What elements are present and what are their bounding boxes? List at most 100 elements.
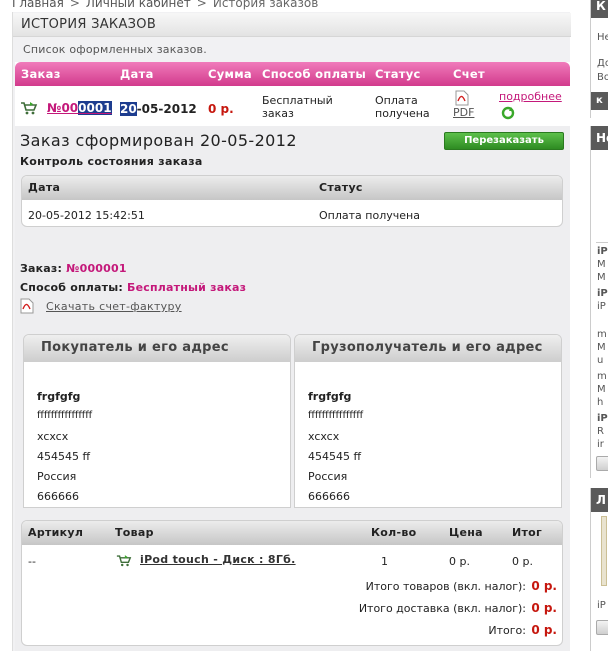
consignee-line: 454545 ff	[308, 450, 362, 463]
sidebar-cart-button[interactable]: к	[591, 92, 608, 110]
sidebar-text: m	[597, 371, 607, 382]
buyer-address-panel: Покупатель и его адрес frgfgfg fffffffff…	[23, 334, 291, 508]
col-invoice: Счет	[453, 67, 485, 81]
status-value: Оплата получена	[319, 209, 420, 222]
col-status-date: Дата	[28, 181, 61, 194]
order-sum: 0 р.	[208, 102, 234, 116]
sidebar-cart-block: К Не До Во к	[590, 0, 608, 118]
payment-method-line: Способ оплаты: Бесплатный заказ	[20, 281, 247, 294]
pdf-icon	[20, 298, 34, 314]
breadcrumb-home[interactable]: Главная	[12, 0, 64, 10]
payment-method-value: Бесплатный заказ	[127, 281, 247, 294]
goods-qty: 1	[381, 555, 388, 568]
consignee-address-title: Грузополучатель и его адрес	[312, 340, 543, 355]
goods-table-header: Артикул Товар Кол-во Цена Итог	[22, 521, 562, 545]
goods-article: --	[28, 555, 36, 568]
col-article: Артикул	[28, 526, 84, 539]
download-invoice-link[interactable]: Скачать счет-фактуру	[46, 300, 182, 313]
sidebar-text: Не	[597, 32, 608, 43]
col-status: Статус	[375, 67, 421, 81]
goods-total: 0 р.	[512, 555, 533, 568]
status-date: 20-05-2012 15:42:51	[28, 209, 145, 222]
items-total-label: Итого товаров (вкл. налог):	[365, 580, 526, 593]
order-title: Заказ сформирован 20-05-2012	[20, 131, 297, 150]
sidebar-text: iP	[597, 301, 606, 312]
sidebar-text: R	[597, 426, 604, 437]
sidebar-text: M	[597, 342, 606, 353]
reorder-button[interactable]: Перезаказать	[444, 132, 564, 150]
product-link[interactable]: iPod touch - Диск : 8Гб.	[140, 553, 296, 566]
sidebar-news-header: Не	[591, 126, 608, 150]
col-price: Цена	[449, 526, 483, 539]
sidebar-text: M	[597, 272, 606, 283]
buyer-line: 454545 ff	[37, 450, 91, 463]
order-number-link[interactable]: №000001	[47, 101, 112, 115]
invoice-pdf-link[interactable]: PDF	[453, 106, 474, 119]
buyer-line: xcxcx	[37, 430, 69, 443]
col-sum: Сумма	[208, 67, 252, 81]
breadcrumb-account[interactable]: Личный кабинет	[86, 0, 191, 10]
grand-total-value: 0 р.	[531, 623, 557, 637]
order-date: 20-05-2012	[120, 102, 197, 116]
pdf-icon[interactable]	[455, 90, 469, 106]
breadcrumb-current: История заказов	[212, 0, 319, 10]
col-payment: Способ оплаты	[262, 67, 367, 81]
col-date: Дата	[120, 67, 154, 81]
col-product: Товар	[115, 526, 154, 539]
col-status-value: Статус	[319, 181, 363, 194]
sidebar-text: До	[597, 58, 608, 69]
order-details-panel: Заказ сформирован 20-05-2012 Перезаказат…	[15, 126, 570, 651]
reorder-cart-icon[interactable]	[20, 101, 38, 115]
order-number-value: №000001	[66, 262, 127, 275]
order-status: Оплата получена	[375, 94, 430, 120]
sidebar-text: M	[597, 384, 606, 395]
sidebar-text: iP	[597, 246, 608, 257]
consignee-address-panel: Грузополучатель и его адрес frgfgfg ffff…	[294, 334, 562, 508]
sidebar-text: m	[597, 329, 607, 340]
sidebar-text: iP	[597, 288, 608, 299]
page-title-bar: ИСТОРИЯ ЗАКАЗОВ	[13, 13, 571, 37]
status-table: Дата Статус 20-05-2012 15:42:51 Оплата п…	[21, 175, 563, 227]
main-content: ИСТОРИЯ ЗАКАЗОВ Список оформленных заказ…	[12, 12, 571, 651]
consignee-line: ffffffffffffffff	[308, 410, 364, 421]
col-order: Заказ	[21, 67, 61, 81]
page-title: ИСТОРИЯ ЗАКАЗОВ	[21, 17, 157, 32]
consignee-line: xcxcx	[308, 430, 340, 443]
sidebar-news-button[interactable]	[596, 456, 608, 471]
cart-icon	[116, 555, 132, 567]
consignee-line: Россия	[308, 470, 348, 483]
goods-table: Артикул Товар Кол-во Цена Итог -- iPod t…	[21, 520, 563, 646]
breadcrumb-separator: >	[196, 0, 207, 10]
order-number-line: Заказ: №000001	[20, 262, 127, 275]
sidebar-bestsellers-header: Л	[591, 488, 608, 512]
right-sidebar: К Не До Во к Не iP M M iP iP m M u m M h…	[590, 0, 608, 651]
status-table-header: Дата Статус	[22, 176, 562, 200]
col-total: Итог	[512, 526, 543, 539]
buyer-name: frgfgfg	[37, 390, 81, 403]
sidebar-text: Во	[597, 72, 608, 83]
consignee-name: frgfgfg	[308, 390, 352, 403]
grand-total-label: Итого:	[488, 624, 526, 637]
buyer-address-title: Покупатель и его адрес	[41, 340, 229, 355]
buyer-line: Россия	[37, 470, 77, 483]
buyer-line: 666666	[37, 490, 79, 503]
items-total-value: 0 р.	[531, 579, 557, 593]
status-section-title: Контроль состояния заказа	[20, 155, 203, 168]
sidebar-cart-header: К	[591, 0, 608, 18]
consignee-address-header: Грузополучатель и его адрес	[295, 335, 561, 362]
consignee-line: 666666	[308, 490, 350, 503]
goods-price: 0 р.	[449, 555, 470, 568]
sidebar-text: u	[597, 355, 604, 366]
sidebar-text: h	[597, 397, 604, 408]
sidebar-news-block: Не iP M M iP iP m M u m M h iP R ir	[590, 126, 608, 478]
order-details-link[interactable]: подробнее	[499, 90, 562, 103]
sidebar-text: iP	[597, 413, 608, 424]
col-qty: Кол-во	[371, 526, 417, 539]
sidebar-text: iP	[597, 600, 606, 611]
order-payment: Бесплатный заказ	[262, 94, 333, 120]
buyer-address-header: Покупатель и его адрес	[24, 335, 290, 362]
breadcrumb: Главная > Личный кабинет > История заказов	[12, 0, 318, 10]
refresh-icon[interactable]	[501, 106, 515, 120]
sidebar-bestsellers-button[interactable]	[596, 620, 608, 635]
breadcrumb-separator: >	[69, 0, 80, 10]
